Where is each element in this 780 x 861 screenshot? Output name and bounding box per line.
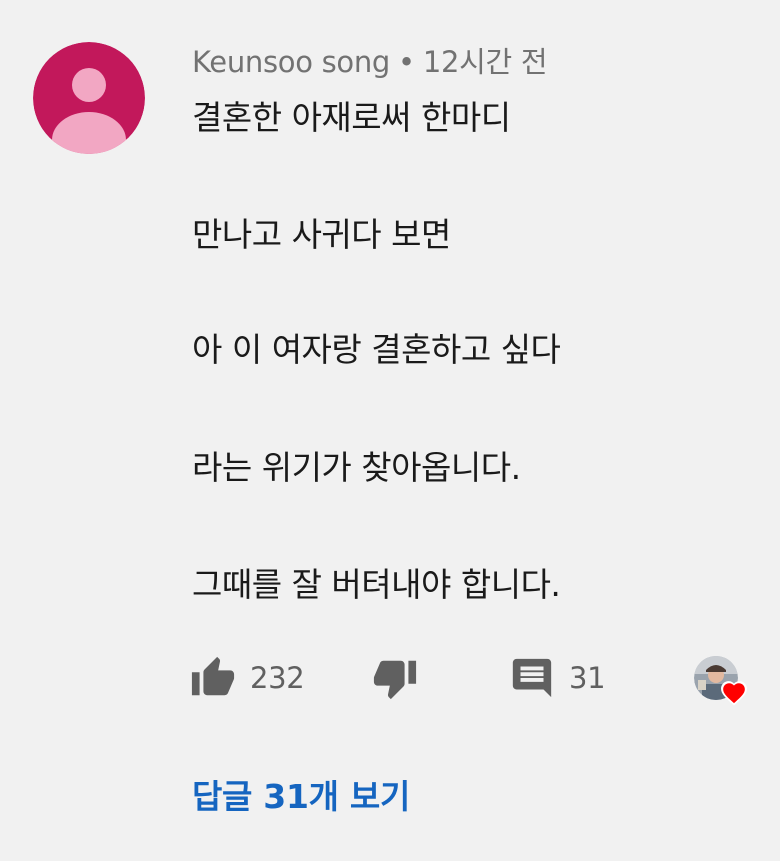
view-replies-link[interactable]: 답글 31개 보기 <box>192 772 410 822</box>
comment-text-line: 아 이 여자랑 결혼하고 싶다 <box>192 330 561 369</box>
user-silhouette-icon <box>33 42 145 154</box>
reply-count: 31 <box>569 661 606 695</box>
heart-icon <box>721 681 747 706</box>
comment-timestamp[interactable]: 12시간 전 <box>423 45 548 79</box>
meta-separator: • <box>398 45 415 79</box>
like-count: 232 <box>250 661 305 695</box>
comment-text-line: 그때를 잘 버텨내야 합니다. <box>192 565 561 604</box>
comment-action-bar: 232 31 <box>0 650 780 706</box>
comment-text-line: 만나고 사귀다 보면 <box>192 215 451 254</box>
dislike-button[interactable] <box>372 650 418 706</box>
comment-header: Keunsoo song • 12시간 전 <box>192 42 548 82</box>
thumb-up-icon <box>191 656 235 696</box>
author-name[interactable]: Keunsoo song <box>192 45 390 79</box>
thumb-down-icon <box>373 660 417 700</box>
comment-text-line: 결혼한 아재로써 한마디 <box>192 98 511 137</box>
reply-button[interactable]: 31 <box>509 650 606 706</box>
comment-text-line: 라는 위기가 찾아옵니다. <box>192 448 521 487</box>
author-avatar[interactable] <box>33 42 145 154</box>
comment-icon <box>512 658 552 698</box>
like-button[interactable]: 232 <box>190 650 305 706</box>
creator-heart[interactable] <box>694 654 752 708</box>
